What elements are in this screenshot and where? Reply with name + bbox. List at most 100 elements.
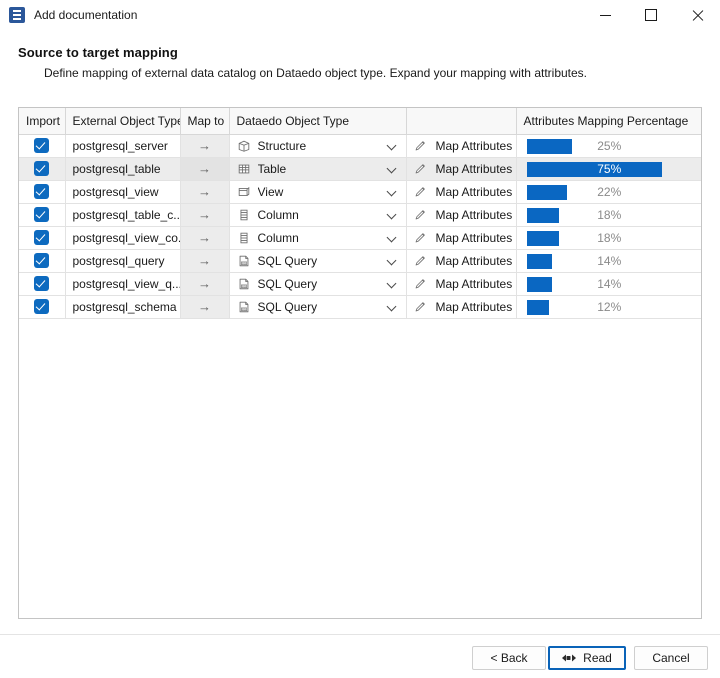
- arrow-right-icon: →: [180, 295, 230, 319]
- dataedo-object-type-select[interactable]: SQL SQL Query: [237, 250, 399, 272]
- cell-import[interactable]: [19, 180, 66, 204]
- cell-dataedo-object-type[interactable]: SQL SQL Query: [229, 249, 407, 273]
- map-attributes-button[interactable]: Map Attributes: [414, 204, 512, 226]
- import-checkbox[interactable]: [34, 184, 50, 200]
- import-checkbox[interactable]: [34, 253, 50, 269]
- import-checkbox[interactable]: [34, 138, 50, 154]
- column-header-import[interactable]: Import: [19, 108, 66, 135]
- pencil-icon: [415, 233, 425, 243]
- column-header-attributes[interactable]: [406, 108, 517, 135]
- dataedo-object-type-select[interactable]: Structure: [237, 135, 399, 157]
- cell-import[interactable]: [19, 272, 66, 296]
- cell-import[interactable]: [19, 134, 66, 158]
- chevron-down-icon[interactable]: [388, 141, 397, 150]
- cell-import[interactable]: [19, 295, 66, 319]
- minimize-button[interactable]: [582, 0, 628, 30]
- chevron-down-icon[interactable]: [388, 279, 397, 288]
- chevron-down-icon[interactable]: [388, 302, 397, 311]
- dataedo-object-type-select[interactable]: View: [237, 181, 399, 203]
- cell-import[interactable]: [19, 203, 66, 227]
- column-header-dataedo-object-type[interactable]: Dataedo Object Type: [229, 108, 407, 135]
- maximize-icon: [645, 9, 657, 21]
- chevron-down-icon[interactable]: [388, 164, 397, 173]
- map-attributes-button[interactable]: Map Attributes: [414, 273, 512, 295]
- map-attributes-button[interactable]: Map Attributes: [414, 296, 512, 318]
- table-row[interactable]: postgresql_server → Structure Map Attribute…: [19, 134, 701, 158]
- cell-import[interactable]: [19, 157, 66, 181]
- cell-dataedo-object-type[interactable]: Column: [229, 203, 407, 227]
- import-checkbox[interactable]: [34, 299, 50, 315]
- arrow-right-icon: →: [180, 249, 230, 273]
- mapping-percentage-track: 14%: [524, 273, 696, 295]
- cell-attributes-mapping-percentage: 18%: [516, 226, 701, 250]
- dataedo-object-type-select[interactable]: SQL SQL Query: [237, 296, 399, 318]
- table-row[interactable]: postgresql_view → View Map Attributes 22%: [19, 180, 701, 204]
- cell-map-attributes[interactable]: Map Attributes: [406, 249, 517, 273]
- table-row[interactable]: postgresql_view_co... → Column Map Attribut…: [19, 226, 701, 250]
- chevron-down-icon[interactable]: [388, 233, 397, 242]
- map-attributes-button[interactable]: Map Attributes: [414, 227, 512, 249]
- pencil-icon: [415, 279, 425, 289]
- svg-text:SQL: SQL: [241, 307, 247, 311]
- column-header-map-to[interactable]: Map to: [180, 108, 230, 135]
- sql-query-icon: SQL: [239, 278, 248, 289]
- table-row[interactable]: postgresql_view_q... → SQL SQL Query Map Att…: [19, 272, 701, 296]
- mapping-percentage-label: 18%: [597, 230, 622, 245]
- map-attributes-button[interactable]: Map Attributes: [414, 135, 512, 157]
- column-header-external-object-type[interactable]: External Object Type: [65, 108, 181, 135]
- cell-import[interactable]: [19, 226, 66, 250]
- import-checkbox[interactable]: [34, 161, 50, 177]
- cell-import[interactable]: [19, 249, 66, 273]
- mapping-grid: Import External Object Type Map to Datae…: [19, 108, 701, 319]
- cell-map-attributes[interactable]: Map Attributes: [406, 295, 517, 319]
- cancel-button[interactable]: Cancel: [634, 646, 708, 670]
- table-row[interactable]: postgresql_table_c... → Column Map Attribut…: [19, 203, 701, 227]
- map-attributes-label: Map Attributes: [435, 253, 513, 268]
- pencil-icon: [415, 256, 425, 266]
- table-row[interactable]: postgresql_query → SQL SQL Query Map Attribu…: [19, 249, 701, 273]
- cell-map-attributes[interactable]: Map Attributes: [406, 272, 517, 296]
- import-checkbox[interactable]: [34, 230, 50, 246]
- dataedo-object-type-select[interactable]: Table: [237, 158, 399, 180]
- cell-dataedo-object-type[interactable]: SQL SQL Query: [229, 272, 407, 296]
- dataedo-object-type-select[interactable]: SQL SQL Query: [237, 273, 399, 295]
- mapping-percentage-track: 12%: [524, 296, 696, 318]
- maximize-button[interactable]: [628, 0, 674, 30]
- mapping-percentage-label: 14%: [597, 276, 622, 291]
- cell-dataedo-object-type[interactable]: Column: [229, 226, 407, 250]
- cell-map-attributes[interactable]: Map Attributes: [406, 180, 517, 204]
- dataedo-object-type-select[interactable]: Column: [237, 227, 399, 249]
- chevron-down-icon[interactable]: [388, 187, 397, 196]
- window-controls: [582, 0, 720, 30]
- map-attributes-button[interactable]: Map Attributes: [414, 181, 512, 203]
- cell-map-attributes[interactable]: Map Attributes: [406, 134, 517, 158]
- cell-attributes-mapping-percentage: 14%: [516, 249, 701, 273]
- import-checkbox[interactable]: [34, 207, 50, 223]
- chevron-down-icon[interactable]: [388, 210, 397, 219]
- cell-map-attributes[interactable]: Map Attributes: [406, 203, 517, 227]
- document-stack-icon: [9, 7, 25, 23]
- back-button[interactable]: < Back: [472, 646, 546, 670]
- table-row[interactable]: postgresql_schema → SQL SQL Query Map Attrib…: [19, 295, 701, 319]
- map-attributes-label: Map Attributes: [435, 184, 513, 199]
- chevron-down-icon[interactable]: [388, 256, 397, 265]
- import-checkbox[interactable]: [34, 276, 50, 292]
- cell-map-attributes[interactable]: Map Attributes: [406, 157, 517, 181]
- map-attributes-label: Map Attributes: [435, 207, 513, 222]
- close-button[interactable]: [674, 0, 720, 30]
- dataedo-object-type-select[interactable]: Column: [237, 204, 399, 226]
- table-row[interactable]: postgresql_table → Table Map Attributes 75%: [19, 157, 701, 181]
- cell-dataedo-object-type[interactable]: Structure: [229, 134, 407, 158]
- map-attributes-button[interactable]: Map Attributes: [414, 250, 512, 272]
- cell-dataedo-object-type[interactable]: View: [229, 180, 407, 204]
- cell-dataedo-object-type[interactable]: SQL SQL Query: [229, 295, 407, 319]
- column-header-attributes-mapping-percentage[interactable]: Attributes Mapping Percentage: [516, 108, 701, 135]
- mapping-percentage-label: 18%: [597, 207, 622, 222]
- cell-dataedo-object-type[interactable]: Table: [229, 157, 407, 181]
- structure-icon: [238, 140, 249, 152]
- map-attributes-button[interactable]: Map Attributes: [414, 158, 512, 180]
- title-bar: Add documentation: [0, 0, 720, 31]
- read-button[interactable]: Read: [548, 646, 626, 670]
- map-attributes-label: Map Attributes: [435, 299, 513, 314]
- cell-map-attributes[interactable]: Map Attributes: [406, 226, 517, 250]
